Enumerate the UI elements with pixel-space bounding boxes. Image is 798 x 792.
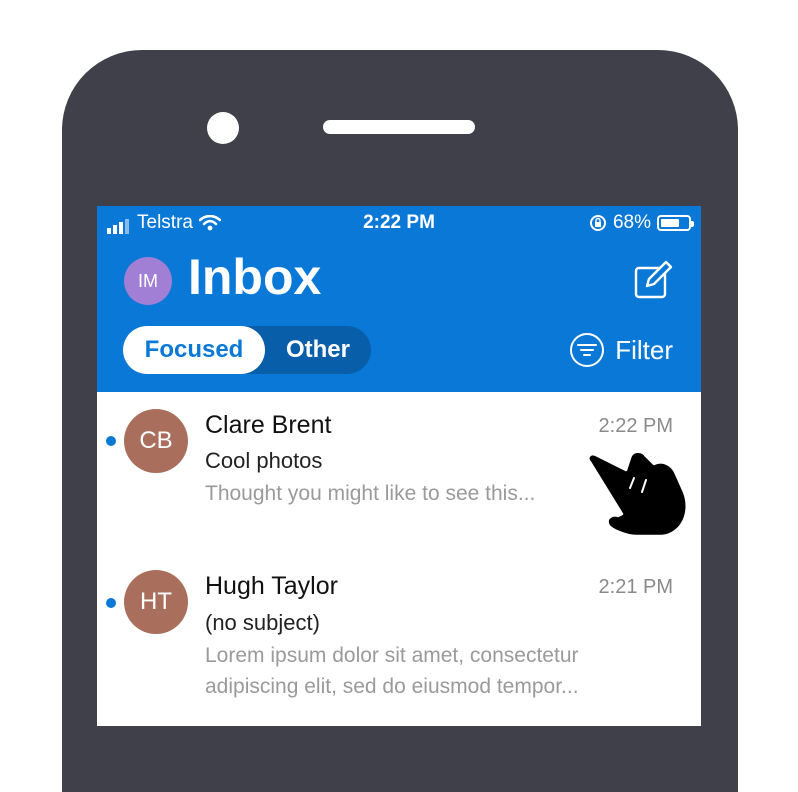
filter-label: Filter <box>615 334 673 365</box>
sender-avatar: CB <box>124 409 188 473</box>
message-subject: (no subject) <box>205 610 320 635</box>
tab-other[interactable]: Other <box>265 326 371 374</box>
page-title: Inbox <box>188 249 322 305</box>
battery-icon <box>657 215 694 231</box>
tab-focused[interactable]: Focused <box>123 326 265 374</box>
battery-percent: 68% <box>612 212 651 233</box>
sender-avatar: HT <box>124 570 188 634</box>
message-preview: Lorem ipsum dolor sit amet, consectetur … <box>205 644 579 698</box>
sender-name: Hugh Taylor <box>205 572 338 600</box>
message-preview: Thought you might like to see this... <box>205 482 536 505</box>
message-time: 2:21 PM <box>598 576 673 598</box>
status-bar: Telstra 2:22 PM 68% <box>97 206 701 240</box>
rotation-lock-icon <box>589 215 606 231</box>
message-subject: Cool photos <box>205 448 323 473</box>
speaker-grille <box>323 120 475 134</box>
message-row[interactable]: HT Hugh Taylor 2:21 PM (no subject) Lore… <box>97 554 701 726</box>
pointing-hand-icon <box>587 450 689 538</box>
compose-icon[interactable] <box>633 260 673 300</box>
account-avatar[interactable]: IM <box>124 257 172 305</box>
unread-indicator <box>106 598 116 608</box>
camera-icon <box>207 112 239 144</box>
filter-button[interactable]: Filter <box>569 332 673 368</box>
inbox-header: Telstra 2:22 PM 68% IM Inbox Focused Oth… <box>97 206 701 392</box>
unread-indicator <box>106 436 116 446</box>
message-time: 2:22 PM <box>598 415 673 437</box>
filter-icon <box>570 333 605 367</box>
inbox-toggle: Focused Other <box>123 326 371 374</box>
sender-name: Clare Brent <box>205 411 332 439</box>
